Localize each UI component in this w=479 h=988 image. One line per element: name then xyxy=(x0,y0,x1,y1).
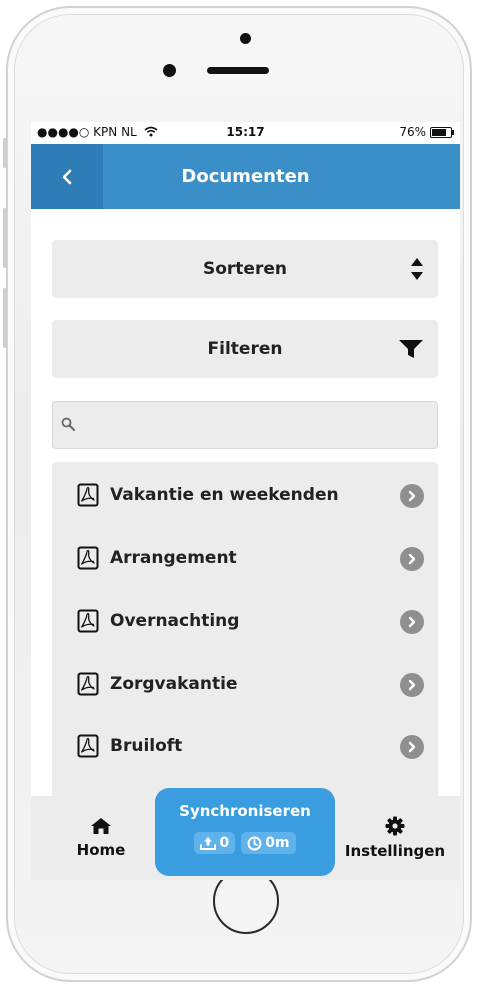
list-item[interactable]: Vakantie en weekenden xyxy=(52,464,438,526)
pdf-file-icon xyxy=(77,734,99,758)
sort-icon xyxy=(411,258,423,280)
tab-home[interactable]: Home xyxy=(61,796,141,880)
tab-settings-label: Instellingen xyxy=(344,842,446,860)
list-item-label: Vakantie en weekenden xyxy=(110,485,339,505)
filter-label: Filteren xyxy=(207,339,283,359)
back-button[interactable] xyxy=(31,144,103,209)
list-item[interactable]: Zorgvakantie xyxy=(52,653,438,715)
list-item[interactable]: Overnachting xyxy=(52,590,438,652)
upload-icon xyxy=(200,837,217,850)
upload-count-badge: 0 xyxy=(194,832,236,854)
list-item-label: Arrangement xyxy=(110,548,237,568)
sync-time-badge: 0m xyxy=(241,832,296,854)
list-item-label: Overnachting xyxy=(110,611,240,631)
chevron-right-icon xyxy=(400,610,424,634)
page-title: Documenten xyxy=(181,166,310,187)
volume-up-button xyxy=(3,208,7,268)
chevron-left-icon xyxy=(62,169,72,184)
tab-settings[interactable]: Instellingen xyxy=(339,796,451,880)
sync-time: 0m xyxy=(265,835,290,851)
pdf-file-icon xyxy=(77,546,99,570)
status-time: 15:17 xyxy=(226,125,265,139)
home-icon xyxy=(91,818,111,834)
list-item[interactable]: Bruiloft xyxy=(52,715,438,777)
sync-badges: 0 0m xyxy=(155,832,335,854)
chevron-right-icon xyxy=(400,484,424,508)
chevron-right-icon xyxy=(400,735,424,759)
gear-icon xyxy=(385,816,405,836)
chevron-right-icon xyxy=(400,673,424,697)
navigation-bar: Documenten xyxy=(31,144,460,209)
earpiece-speaker xyxy=(207,67,269,74)
tab-home-label: Home xyxy=(76,841,126,859)
chevron-right-icon xyxy=(400,547,424,571)
sort-button[interactable]: Sorteren xyxy=(52,240,438,298)
list-item-label: Zorgvakantie xyxy=(110,674,238,694)
funnel-icon xyxy=(399,340,423,358)
sort-label: Sorteren xyxy=(203,259,287,279)
search-icon xyxy=(61,417,75,431)
front-camera xyxy=(240,33,251,44)
clock-icon xyxy=(247,836,262,850)
battery-icon xyxy=(430,126,454,138)
search-input[interactable] xyxy=(52,401,438,449)
screen: ●●●●○ KPN NL 15:17 76% Documenten Sorter… xyxy=(31,122,460,880)
sync-button[interactable]: Synchroniseren 0 0m xyxy=(155,788,335,876)
upload-count: 0 xyxy=(219,835,230,851)
status-battery: 76% xyxy=(399,125,454,139)
list-item-label: Bruiloft xyxy=(110,736,183,756)
sync-label: Synchroniseren xyxy=(179,802,311,820)
filter-button[interactable]: Filteren xyxy=(52,320,438,378)
pdf-file-icon xyxy=(77,609,99,633)
mute-switch xyxy=(3,138,7,168)
volume-down-button xyxy=(3,288,7,348)
pdf-file-icon xyxy=(77,483,99,507)
status-bar: ●●●●○ KPN NL 15:17 76% xyxy=(31,122,460,144)
battery-percent: 76% xyxy=(399,125,426,139)
proximity-sensor xyxy=(163,64,176,77)
pdf-file-icon xyxy=(77,672,99,696)
list-item[interactable]: Arrangement xyxy=(52,527,438,589)
